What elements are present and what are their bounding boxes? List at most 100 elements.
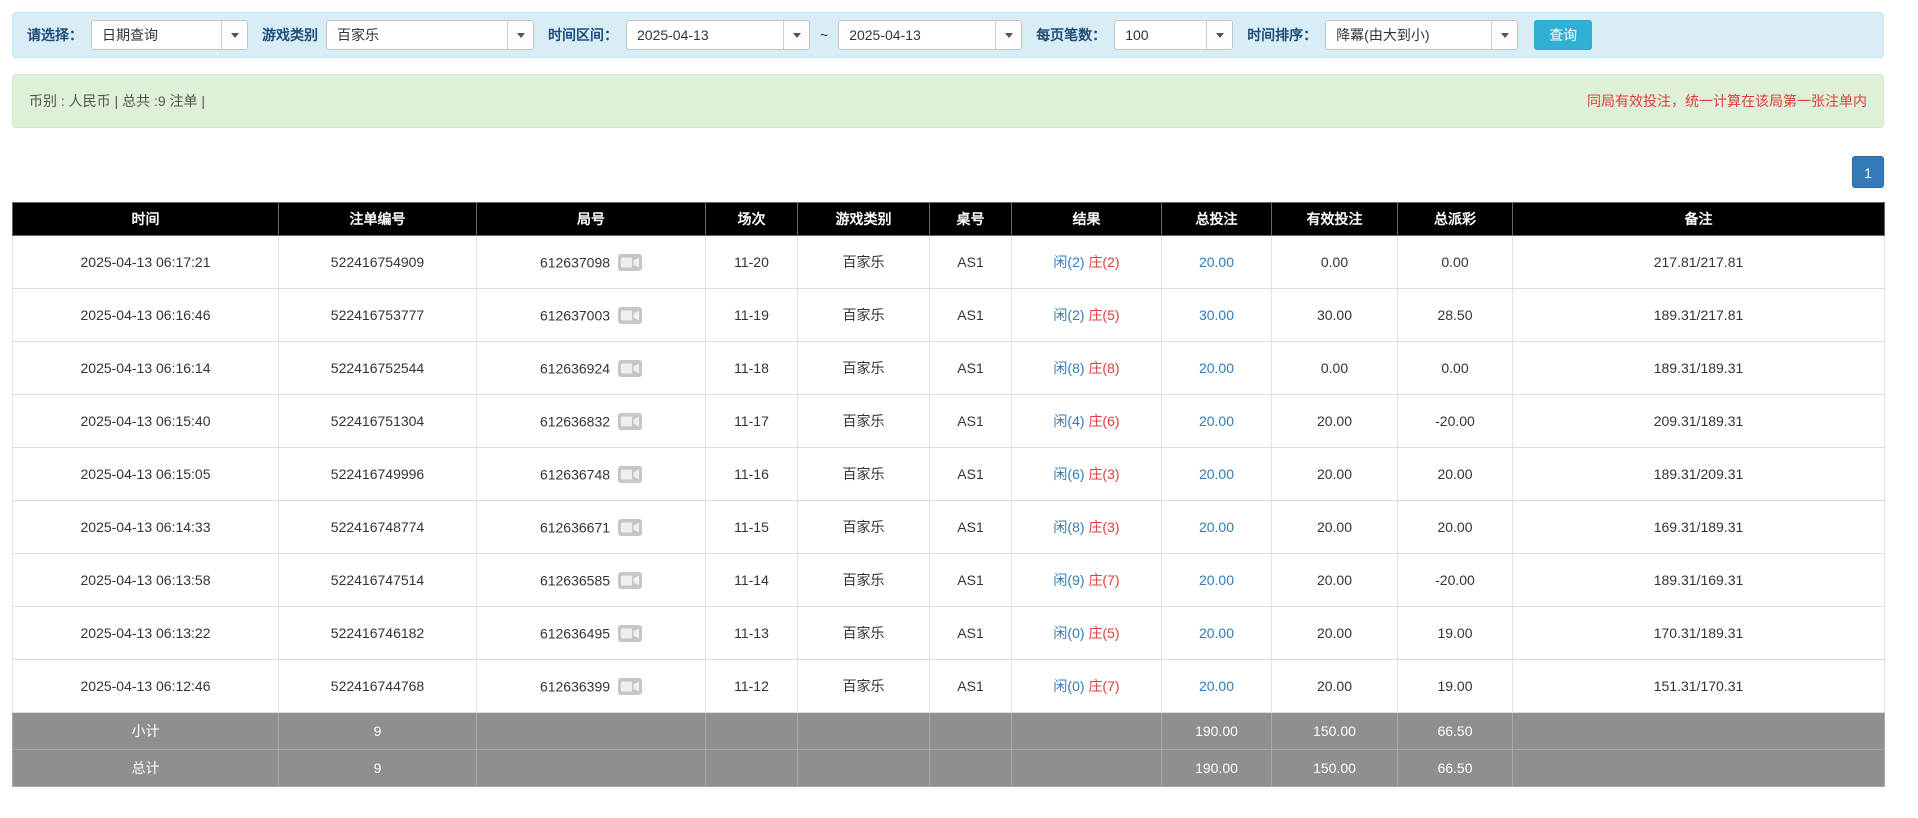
cell-remark: 169.31/189.31 [1513,501,1885,554]
select-label: 请选择： [27,25,83,45]
cell-session: 11-17 [706,395,798,448]
cell-bet-id: 522416748774 [279,501,477,554]
cell-round: 612636585 [477,554,706,607]
cell-table-no: AS1 [930,660,1012,713]
subtotal-row-round [477,713,706,750]
video-replay-icon[interactable] [618,678,642,695]
cell-valid-bet: 20.00 [1272,448,1398,501]
chevron-down-icon[interactable] [221,21,247,49]
total-bet-link[interactable]: 20.00 [1199,466,1234,482]
chevron-down-icon[interactable] [995,21,1021,49]
video-replay-icon[interactable] [618,254,642,271]
banker-result: 庄(3) [1088,466,1119,482]
subtotal-row-game-type [798,713,930,750]
chevron-down-icon[interactable] [507,21,533,49]
cell-session: 11-18 [706,342,798,395]
player-result: 闲(2) [1053,254,1084,270]
total-bet-link[interactable]: 20.00 [1199,678,1234,694]
subtotal-row-payout: 66.50 [1398,713,1513,750]
chevron-down-icon[interactable] [1491,21,1517,49]
chevron-down-icon[interactable] [783,21,809,49]
video-replay-icon[interactable] [618,307,642,324]
subtotal-row-table-no [930,713,1012,750]
subtotal-row-remark [1513,713,1885,750]
filter-bar: 请选择： 日期查询 游戏类别 百家乐 时间区间： 2025-04-13 ~ 20… [12,12,1884,58]
round-number: 612637003 [540,307,610,323]
player-result: 闲(9) [1053,572,1084,588]
total-bet-link[interactable]: 20.00 [1199,519,1234,535]
subtotal-row-valid-bet: 150.00 [1272,713,1398,750]
video-replay-icon[interactable] [618,360,642,377]
cell-game-type: 百家乐 [798,660,930,713]
cell-valid-bet: 30.00 [1272,289,1398,342]
query-type-select[interactable]: 日期查询 [91,20,248,50]
total-bet-link[interactable]: 20.00 [1199,360,1234,376]
cell-bet-id: 522416754909 [279,236,477,289]
total-row-total-bet: 190.00 [1162,750,1272,787]
total-bet-link[interactable]: 20.00 [1199,413,1234,429]
page-size-label: 每页笔数： [1036,25,1106,45]
cell-game-type: 百家乐 [798,395,930,448]
video-replay-icon[interactable] [618,413,642,430]
cell-total-bet: 20.00 [1162,236,1272,289]
cell-time: 2025-04-13 06:15:05 [13,448,279,501]
total-row-label: 总计 [13,750,279,787]
total-row-table-no [930,750,1012,787]
cell-game-type: 百家乐 [798,448,930,501]
cell-session: 11-14 [706,554,798,607]
round-number: 612636495 [540,625,610,641]
banker-result: 庄(7) [1088,572,1119,588]
total-row-round [477,750,706,787]
cell-game-type: 百家乐 [798,342,930,395]
date-to-picker[interactable]: 2025-04-13 [838,20,1022,50]
cell-result: 闲(2) 庄(2) [1012,236,1162,289]
table-row: 2025-04-13 06:17:21522416754909612637098… [13,236,1885,289]
subtotal-row-label: 小计 [13,713,279,750]
total-row-remark [1513,750,1885,787]
chevron-down-icon[interactable] [1206,21,1232,49]
cell-session: 11-16 [706,448,798,501]
cell-game-type: 百家乐 [798,501,930,554]
column-header-result: 结果 [1012,203,1162,236]
video-replay-icon[interactable] [618,625,642,642]
query-button[interactable]: 查询 [1534,20,1592,50]
total-bet-link[interactable]: 20.00 [1199,254,1234,270]
date-to-value: 2025-04-13 [839,27,931,43]
cell-session: 11-13 [706,607,798,660]
time-sort-select[interactable]: 降冪(由大到小) [1325,20,1518,50]
cell-bet-id: 522416746182 [279,607,477,660]
page-size-select[interactable]: 100 [1114,20,1233,50]
cell-total-bet: 20.00 [1162,660,1272,713]
date-from-picker[interactable]: 2025-04-13 [626,20,810,50]
game-type-select[interactable]: 百家乐 [326,20,534,50]
video-replay-icon[interactable] [618,572,642,589]
page-button-1[interactable]: 1 [1852,156,1884,188]
total-bet-link[interactable]: 30.00 [1199,307,1234,323]
cell-total-bet: 20.00 [1162,448,1272,501]
total-bet-link[interactable]: 20.00 [1199,572,1234,588]
round-number: 612637098 [540,254,610,270]
cell-time: 2025-04-13 06:13:58 [13,554,279,607]
player-result: 闲(0) [1053,625,1084,641]
game-type-value: 百家乐 [327,25,389,45]
cell-time: 2025-04-13 06:16:46 [13,289,279,342]
query-type-value: 日期查询 [92,25,168,45]
video-replay-icon[interactable] [618,519,642,536]
cell-result: 闲(0) 庄(5) [1012,607,1162,660]
column-header-payout: 总派彩 [1398,203,1513,236]
cell-game-type: 百家乐 [798,236,930,289]
cell-session: 11-12 [706,660,798,713]
table-header: 时间 注单编号 局号 场次 游戏类别 桌号 结果 总投注 有效投注 总派彩 备注 [13,203,1885,236]
cell-payout: 20.00 [1398,448,1513,501]
subtotal-row: 小计9190.00150.0066.50 [13,713,1885,750]
cell-round: 612636671 [477,501,706,554]
cell-payout: -20.00 [1398,554,1513,607]
total-bet-link[interactable]: 20.00 [1199,625,1234,641]
cell-payout: 20.00 [1398,501,1513,554]
cell-table-no: AS1 [930,554,1012,607]
cell-bet-id: 522416744768 [279,660,477,713]
total-row-game-type [798,750,930,787]
video-replay-icon[interactable] [618,466,642,483]
cell-payout: 19.00 [1398,607,1513,660]
cell-time: 2025-04-13 06:14:33 [13,501,279,554]
